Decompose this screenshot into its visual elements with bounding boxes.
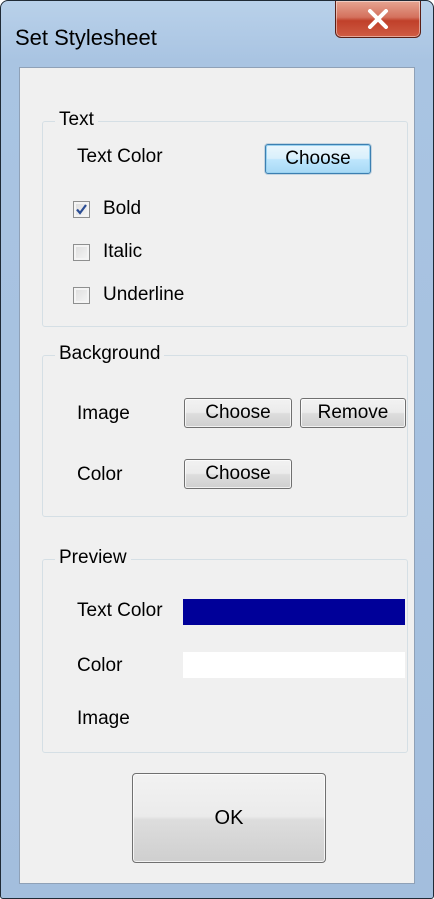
bold-checkbox-row[interactable]: Bold — [73, 198, 273, 222]
bold-label: Bold — [103, 198, 142, 219]
window-title: Set Stylesheet — [15, 25, 157, 50]
italic-checkbox-row[interactable]: Italic — [73, 241, 273, 265]
preview-color-swatch — [183, 652, 405, 678]
text-color-label: Text Color — [77, 146, 163, 167]
text-group: Text Text Color Choose Bold Italic Under… — [42, 109, 408, 327]
underline-label: Underline — [103, 284, 185, 305]
preview-text-color-swatch — [183, 599, 405, 625]
preview-text-color-label: Text Color — [77, 600, 163, 621]
image-label: Image — [77, 403, 130, 424]
background-color-choose-button[interactable]: Choose — [184, 459, 292, 489]
underline-checkbox-row[interactable]: Underline — [73, 284, 273, 308]
background-group: Background Image Choose Remove Color Cho… — [42, 343, 408, 517]
set-stylesheet-window: Set Stylesheet Text Text Color Choose Bo… — [0, 0, 434, 899]
checkmark-icon — [76, 204, 87, 215]
close-button[interactable] — [335, 1, 421, 38]
preview-group-label: Preview — [55, 547, 131, 569]
italic-checkbox[interactable] — [73, 244, 90, 261]
dialog-client-area: Text Text Color Choose Bold Italic Under… — [19, 67, 415, 884]
text-group-label: Text — [55, 109, 98, 131]
image-remove-button[interactable]: Remove — [300, 398, 406, 428]
preview-group: Preview Text Color Color Image — [42, 547, 408, 753]
image-choose-button[interactable]: Choose — [184, 398, 292, 428]
background-color-label: Color — [77, 464, 123, 485]
underline-checkbox[interactable] — [73, 287, 90, 304]
preview-image-label: Image — [77, 708, 130, 729]
preview-color-label: Color — [77, 655, 123, 676]
background-group-label: Background — [55, 343, 165, 365]
title-bar[interactable]: Set Stylesheet — [1, 1, 433, 77]
ok-button[interactable]: OK — [132, 773, 326, 863]
text-color-choose-button[interactable]: Choose — [265, 144, 371, 174]
italic-label: Italic — [103, 241, 143, 262]
bold-checkbox[interactable] — [73, 201, 90, 218]
close-x-icon — [368, 9, 388, 29]
